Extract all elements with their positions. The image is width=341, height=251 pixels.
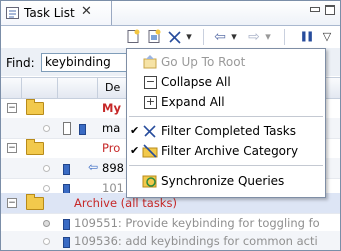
- status-dot-icon: [43, 185, 50, 192]
- priority-icon: [79, 124, 86, 135]
- collapse-toggle-icon[interactable]: −: [7, 143, 17, 153]
- priority-icon: [63, 164, 70, 175]
- row-label: 109551: Provide keybinding for toggling …: [74, 216, 320, 230]
- row-label: My: [102, 101, 121, 115]
- back-dropdown-icon[interactable]: ▾: [229, 29, 239, 45]
- synchronize-icon: [142, 173, 158, 189]
- table-row[interactable]: 109536: add keybindings for common acti: [1, 231, 340, 250]
- pause-icon[interactable]: ❚❚: [298, 29, 315, 45]
- check-icon: ✔: [130, 144, 140, 157]
- view-menu-icon[interactable]: ▽: [319, 29, 335, 45]
- column-header-priority[interactable]: [57, 78, 98, 98]
- menu-item-label: Filter Completed Tasks: [161, 124, 296, 138]
- find-input[interactable]: keybinding: [41, 53, 136, 72]
- menu-item-filter-completed[interactable]: ✔ Filter Completed Tasks: [127, 121, 325, 141]
- menu-item-label: Synchronize Queries: [161, 174, 285, 188]
- maximize-icon[interactable]: [325, 5, 335, 15]
- menu-item-label: Expand All: [161, 95, 225, 109]
- check-icon: ✔: [130, 124, 140, 137]
- status-dot-icon: [43, 220, 50, 227]
- new-category-icon[interactable]: [146, 29, 162, 45]
- toolbar-separator: [203, 29, 204, 45]
- collapse-all-icon: −: [144, 75, 157, 89]
- filter-dropdown-icon[interactable]: ▾: [184, 29, 194, 45]
- menu-item-expand-all[interactable]: + Expand All: [127, 92, 325, 112]
- column-header-description[interactable]: De: [105, 81, 120, 94]
- new-task-icon[interactable]: [125, 29, 141, 45]
- priority-icon: [63, 219, 70, 230]
- view-titlebar: Task List ✕: [1, 1, 340, 26]
- status-dot-icon: [43, 238, 50, 245]
- task-list-tab[interactable]: Task List ✕: [1, 1, 112, 25]
- view-title: Task List: [24, 6, 75, 20]
- task-icon: [63, 122, 71, 135]
- folder-icon: [26, 194, 44, 210]
- status-dot-icon: [43, 125, 50, 132]
- task-list-icon: [6, 7, 20, 23]
- folder-icon: [26, 99, 44, 115]
- folder-icon: [26, 139, 44, 155]
- menu-item-synchronize-queries[interactable]: Synchronize Queries: [127, 171, 325, 191]
- back-icon[interactable]: ⇦: [212, 29, 228, 45]
- forward-icon[interactable]: ⇨: [246, 29, 262, 45]
- row-label: Pro: [102, 141, 121, 155]
- row-label: Archive (all tasks): [74, 196, 177, 210]
- view-toolbar: ▾ ⇦ ▾ ⇨ ▾ ❚❚ ▽: [1, 26, 340, 48]
- filter-completed-icon: [142, 123, 158, 139]
- menu-item-go-up-to-root[interactable]: Go Up To Root: [127, 52, 325, 72]
- go-up-icon: [142, 54, 158, 70]
- filter-icon[interactable]: [167, 29, 183, 45]
- menu-separator: [129, 165, 323, 166]
- row-label: ma: [102, 121, 121, 135]
- menu-item-label: Collapse All: [161, 75, 231, 89]
- expand-all-icon: +: [144, 95, 157, 109]
- collapse-toggle-icon[interactable]: −: [7, 198, 17, 208]
- menu-item-label: Filter Archive Category: [161, 144, 299, 158]
- minimize-icon[interactable]: [310, 7, 320, 12]
- filter-dropdown-menu: Go Up To Root − Collapse All + Expand Al…: [126, 48, 326, 198]
- menu-item-collapse-all[interactable]: − Collapse All: [127, 72, 325, 92]
- filter-archive-icon: [142, 143, 158, 159]
- toolbar-separator: [284, 29, 285, 45]
- close-icon[interactable]: ✕: [81, 4, 92, 19]
- row-label: 898: [102, 161, 124, 175]
- column-header-icon[interactable]: [21, 78, 58, 98]
- row-label: 109536: add keybindings for common acti: [74, 234, 318, 248]
- forward-dropdown-icon[interactable]: ▾: [263, 29, 273, 45]
- priority-icon: [63, 237, 70, 248]
- column-header-toggle[interactable]: [1, 78, 22, 98]
- menu-item-filter-archive[interactable]: ✔ Filter Archive Category: [127, 141, 325, 161]
- find-label: Find:: [6, 56, 35, 70]
- menu-item-label: Go Up To Root: [161, 55, 246, 69]
- collapse-toggle-icon[interactable]: −: [7, 103, 17, 113]
- task-list-view: Task List ✕ ▾ ⇦ ▾ ⇨ ▾ ❚❚ ▽ Find: keybind…: [0, 0, 341, 251]
- status-dot-icon: [43, 165, 50, 172]
- incoming-arrow-icon: ⇦: [88, 160, 99, 174]
- menu-separator: [129, 116, 323, 117]
